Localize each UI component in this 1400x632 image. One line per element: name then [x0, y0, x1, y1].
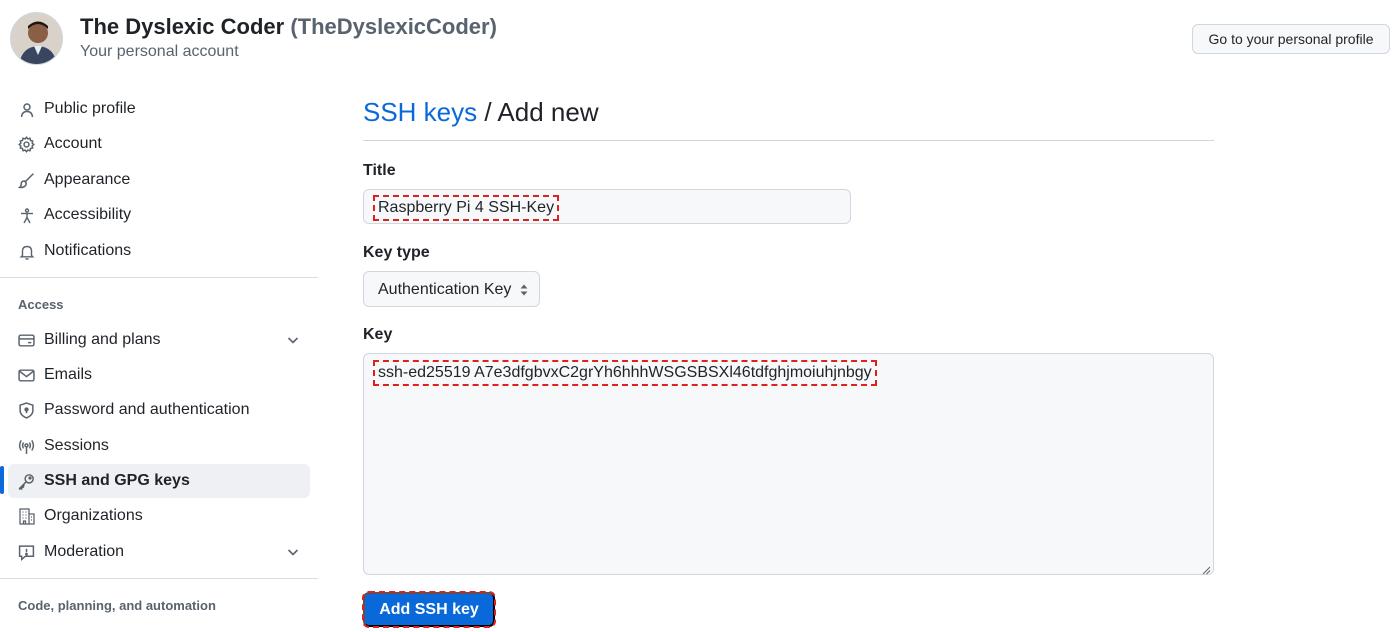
sidebar-item-label: Emails — [44, 366, 93, 383]
sidebar-item-organizations[interactable]: Organizations — [8, 499, 310, 533]
settings-page: The Dyslexic Coder (TheDyslexicCoder) Yo… — [0, 0, 1400, 632]
sidebar-item-appearance[interactable]: Appearance — [8, 163, 310, 197]
sidebar-item-account[interactable]: Account — [8, 127, 310, 161]
sidebar-item-label: Password and authentication — [44, 401, 250, 418]
sidebar-section-code-planning: Code, planning, and automation — [18, 598, 216, 613]
sidebar-item-billing[interactable]: Billing and plans — [8, 323, 310, 357]
sidebar-item-label: Appearance — [44, 171, 131, 188]
sidebar-item-label: Billing and plans — [44, 331, 161, 348]
sidebar-item-label: Account — [44, 135, 102, 152]
gear-icon — [18, 136, 35, 153]
page-title: Add new — [497, 97, 599, 127]
sidebar-item-moderation[interactable]: Moderation — [8, 535, 310, 569]
key-icon — [18, 473, 35, 490]
breadcrumb: SSH keys / Add new — [363, 97, 599, 128]
account-display-name: The Dyslexic Coder — [80, 14, 285, 39]
title-label: Title — [363, 162, 396, 179]
shield-lock-icon — [18, 402, 35, 419]
sidebar-item-label: SSH and GPG keys — [44, 472, 190, 489]
sidebar-item-public-profile[interactable]: Public profile — [8, 92, 310, 126]
avatar[interactable] — [10, 12, 63, 65]
active-indicator — [0, 466, 4, 494]
sidebar-item-label: Public profile — [44, 100, 136, 117]
chevron-down-icon[interactable] — [286, 333, 300, 347]
breadcrumb-ssh-keys-link[interactable]: SSH keys — [363, 97, 477, 127]
key-type-selected-value: Authentication Key — [378, 281, 512, 298]
account-name: The Dyslexic Coder (TheDyslexicCoder) — [80, 14, 497, 40]
chevron-down-icon[interactable] — [286, 545, 300, 559]
add-ssh-key-button[interactable]: Add SSH key — [362, 591, 496, 628]
key-textarea[interactable]: ssh-ed25519 A7e3dfgbvxC2grYh6hhhWSGSBSXl… — [363, 353, 1214, 575]
sidebar-item-label: Sessions — [44, 437, 109, 454]
sidebar-item-label: Notifications — [44, 242, 132, 259]
organization-icon — [18, 508, 35, 525]
header-divider — [363, 140, 1214, 141]
sidebar-divider — [0, 578, 318, 579]
sidebar-item-emails[interactable]: Emails — [8, 358, 310, 392]
sidebar-item-label: Organizations — [44, 507, 143, 524]
key-label: Key — [363, 326, 393, 343]
bell-icon — [18, 243, 35, 260]
account-handle: (TheDyslexicCoder) — [290, 14, 497, 39]
sidebar-item-sessions[interactable]: Sessions — [8, 429, 310, 463]
sidebar-item-accessibility[interactable]: Accessibility — [8, 198, 310, 232]
sidebar-item-label: Accessibility — [44, 206, 132, 223]
credit-card-icon — [18, 332, 35, 349]
report-icon — [18, 544, 35, 561]
person-icon — [18, 101, 35, 118]
resize-handle-icon[interactable] — [1201, 562, 1211, 575]
sidebar-item-notifications[interactable]: Notifications — [8, 234, 310, 268]
account-subtitle: Your personal account — [80, 43, 239, 60]
title-input-value: Raspberry Pi 4 SSH-Key — [373, 195, 560, 221]
key-textarea-value: ssh-ed25519 A7e3dfgbvxC2grYh6hhhWSGSBSXl… — [373, 360, 877, 386]
sidebar-item-label: Moderation — [44, 543, 125, 560]
breadcrumb-separator: / — [484, 97, 492, 127]
sidebar-item-password-authentication[interactable]: Password and authentication — [8, 393, 310, 427]
sidebar-item-ssh-gpg-keys[interactable]: SSH and GPG keys — [8, 464, 310, 498]
mail-icon — [18, 367, 35, 384]
go-to-profile-button[interactable]: Go to your personal profile — [1192, 24, 1390, 54]
broadcast-icon — [18, 438, 35, 455]
paintbrush-icon — [18, 172, 35, 189]
sidebar-divider — [0, 277, 318, 278]
key-type-select[interactable]: Authentication Key — [363, 271, 540, 307]
accessibility-icon — [18, 207, 35, 224]
select-arrows-icon — [519, 282, 529, 298]
title-input[interactable]: Raspberry Pi 4 SSH-Key — [363, 189, 851, 224]
key-type-label: Key type — [363, 244, 430, 261]
sidebar-section-access: Access — [18, 297, 64, 312]
